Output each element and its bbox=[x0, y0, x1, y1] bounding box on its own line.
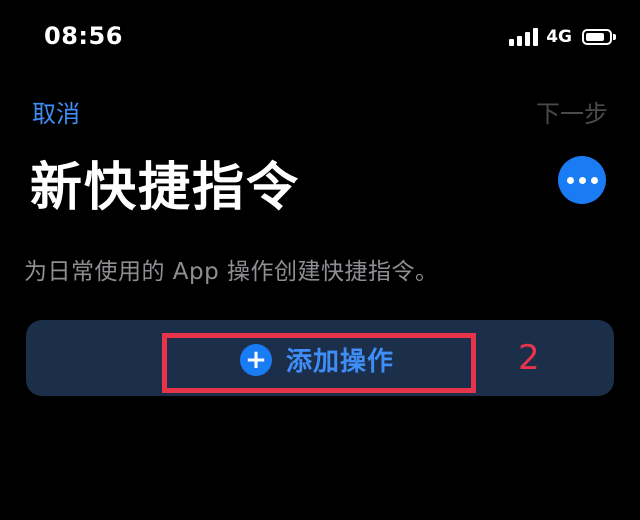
more-options-button[interactable] bbox=[558, 156, 606, 204]
cellular-signal-icon bbox=[509, 28, 539, 46]
shortcut-editor-screen: 08:56 4G 取消 下一步 新快捷指令 为日常使用的 App 操作创建快捷指… bbox=[0, 0, 640, 520]
page-title: 新快捷指令 bbox=[30, 158, 301, 218]
battery-level bbox=[586, 33, 604, 41]
ellipsis-icon bbox=[566, 176, 574, 184]
page-description: 为日常使用的 App 操作创建快捷指令。 bbox=[24, 259, 439, 285]
next-button[interactable]: 下一步 bbox=[536, 94, 608, 129]
status-time: 08:56 bbox=[44, 22, 123, 50]
annotation-step-number: 2 bbox=[518, 338, 540, 378]
network-type: 4G bbox=[546, 27, 572, 47]
cancel-button[interactable]: 取消 bbox=[32, 94, 80, 129]
battery-icon bbox=[582, 29, 616, 45]
annotation-highlight-box bbox=[162, 333, 476, 393]
status-indicators: 4G bbox=[509, 26, 616, 48]
